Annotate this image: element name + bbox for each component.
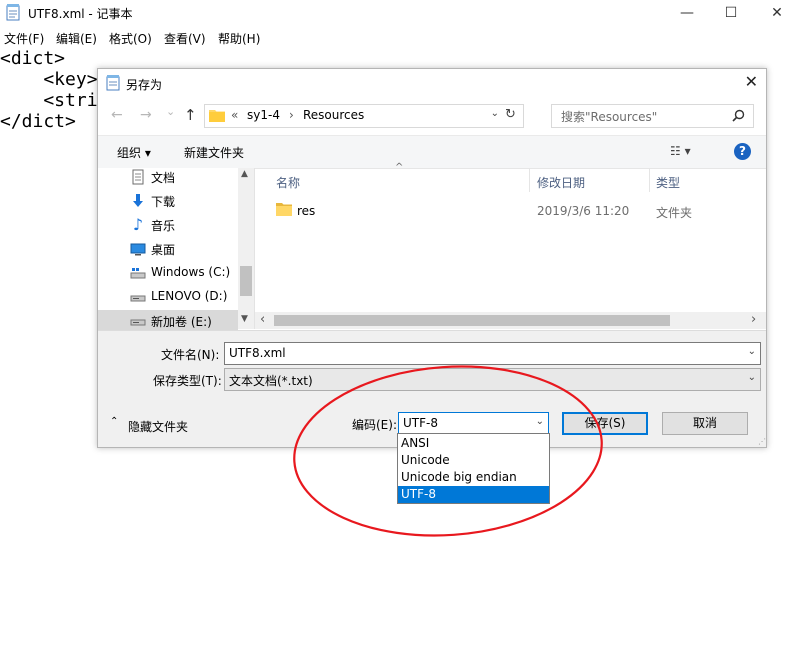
back-button[interactable]: ← [111, 107, 123, 123]
drive-icon [130, 295, 146, 302]
save-button[interactable]: 保存(S) [562, 412, 648, 435]
notepad-icon [6, 4, 20, 21]
save-as-dialog: 另存为 ✕ ← → ⌄ ↑ « sy1-4 › Resources ⌄ ↻ 搜索… [97, 68, 767, 448]
nav-item-drive-e[interactable]: 新加卷 (E:) [98, 310, 238, 332]
filename-value: UTF8.xml [229, 346, 286, 360]
help-button[interactable]: ? [734, 143, 751, 160]
encoding-option-ansi[interactable]: ANSI [398, 435, 549, 452]
encoding-dropdown-list: ANSI Unicode Unicode big endian UTF-8 [397, 433, 550, 504]
scroll-up-icon[interactable]: ▲ [241, 169, 248, 179]
file-name: res [297, 204, 316, 218]
encoding-select[interactable]: UTF-8 ⌄ [398, 412, 549, 435]
chevron-down-icon[interactable]: ⌄ [748, 346, 756, 357]
file-list-horizontal-scrollbar[interactable]: ‹ › [255, 312, 766, 329]
encoding-value: UTF-8 [403, 416, 438, 430]
nav-item-desktop[interactable]: 桌面 [128, 238, 248, 260]
encoding-option-utf-8[interactable]: UTF-8 [398, 486, 549, 503]
nav-vertical-scrollbar[interactable] [238, 168, 254, 329]
encoding-option-unicode-big-endian[interactable]: Unicode big endian [398, 469, 549, 486]
menu-file[interactable]: 文件(F) [4, 30, 44, 47]
filename-input[interactable]: UTF8.xml ⌄ [224, 342, 761, 365]
column-date-modified[interactable]: 修改日期 [537, 174, 585, 191]
menu-help[interactable]: 帮助(H) [218, 30, 260, 47]
hide-folders-button[interactable]: 隐藏文件夹 [128, 418, 188, 435]
desktop-icon [130, 243, 146, 256]
command-toolbar: 组织 ▾ 新建文件夹 ☷ ▾ ? [98, 135, 766, 169]
search-placeholder: 搜索"Resources" [561, 110, 658, 124]
chevron-down-icon[interactable]: ⌄ [748, 372, 756, 383]
notepad-title: UTF8.xml - 记事本 [28, 7, 133, 21]
drive-icon [130, 319, 146, 326]
cancel-button[interactable]: 取消 [662, 412, 748, 435]
nav-item-documents[interactable]: 文档 [128, 166, 248, 188]
maximize-button[interactable]: ☐ [708, 0, 754, 26]
search-box[interactable]: 搜索"Resources" [551, 104, 754, 128]
column-type[interactable]: 类型 [656, 174, 680, 191]
view-options-button[interactable]: ☷ ▾ [670, 144, 691, 158]
minimize-button[interactable]: — [664, 0, 710, 26]
menu-view[interactable]: 查看(V) [164, 30, 206, 47]
file-date: 2019/3/6 11:20 [537, 204, 630, 218]
download-icon [133, 194, 143, 207]
folder-icon [276, 203, 292, 216]
nav-item-music[interactable]: ♪ 音乐 [128, 214, 248, 236]
up-button[interactable]: ↑ [184, 106, 197, 124]
address-segment-resources[interactable]: Resources [303, 108, 364, 122]
nav-item-downloads[interactable]: 下载 [128, 190, 248, 212]
text-line: <key> [0, 69, 98, 90]
notepad-menu-bar: 文件(F) 编辑(E) 格式(O) 查看(V) 帮助(H) [0, 27, 788, 47]
recent-locations-button[interactable]: ⌄ [166, 105, 175, 118]
nav-scroll-thumb[interactable] [240, 266, 252, 296]
text-line: <stri [0, 90, 98, 111]
chevron-down-icon[interactable]: ⌄ [536, 416, 544, 427]
encoding-label: 编码(E): [352, 418, 397, 432]
horizontal-scroll-thumb[interactable] [274, 315, 670, 326]
forward-button[interactable]: → [140, 107, 152, 123]
address-bar[interactable]: « sy1-4 › Resources ⌄ ↻ [204, 104, 524, 128]
address-separator[interactable]: › [289, 108, 294, 122]
folder-icon [209, 110, 225, 122]
dialog-title: 另存为 [126, 78, 163, 92]
chevron-up-icon[interactable]: ⌃ [110, 416, 118, 427]
column-name[interactable]: 名称 [276, 174, 300, 191]
dialog-close-button[interactable]: ✕ [745, 72, 758, 91]
nav-item-drive-c[interactable]: Windows (C:) [128, 262, 248, 284]
drive-icon [130, 268, 146, 279]
search-icon[interactable] [732, 109, 745, 122]
navigation-pane: 文档 下载 ♪ 音乐 桌面 Windows (C:) LENOVO (D:) 新… [98, 166, 255, 332]
document-icon [132, 169, 144, 185]
notepad-icon [106, 75, 120, 91]
music-icon: ♪ [132, 215, 144, 234]
resize-grip-icon[interactable]: ⋰ [758, 437, 766, 446]
text-line: <dict> [0, 48, 66, 69]
notepad-title-bar: UTF8.xml - 记事本 — ☐ ✕ [0, 0, 788, 26]
text-line: </dict> [0, 111, 76, 132]
notepad-text-area[interactable]: <dict> <key> <stri </dict> [0, 48, 98, 132]
organize-button[interactable]: 组织 ▾ [117, 144, 151, 161]
address-overflow[interactable]: « [231, 108, 238, 122]
filetype-label: 保存类型(T): [153, 374, 222, 388]
new-folder-button[interactable]: 新建文件夹 [184, 144, 244, 161]
filetype-value: 文本文档(*.txt) [229, 374, 313, 388]
refresh-icon[interactable]: ↻ [505, 107, 516, 122]
scroll-down-icon[interactable]: ▼ [241, 314, 248, 324]
filename-label: 文件名(N): [161, 348, 220, 362]
scroll-left-icon[interactable]: ‹ [260, 312, 265, 327]
encoding-option-unicode[interactable]: Unicode [398, 452, 549, 469]
filetype-select[interactable]: 文本文档(*.txt) ⌄ [224, 368, 761, 391]
close-button[interactable]: ✕ [754, 0, 788, 26]
menu-format[interactable]: 格式(O) [109, 30, 152, 47]
address-segment-sy1-4[interactable]: sy1-4 [247, 108, 280, 122]
address-dropdown-chevron-icon[interactable]: ⌄ [491, 108, 499, 119]
scroll-right-icon[interactable]: › [751, 312, 756, 327]
dialog-bottom-panel: 文件名(N): UTF8.xml ⌄ 保存类型(T): 文本文档(*.txt) … [98, 330, 766, 447]
nav-item-drive-d[interactable]: LENOVO (D:) [128, 286, 248, 308]
menu-edit[interactable]: 编辑(E) [56, 30, 97, 47]
column-header-row: 名称 修改日期 类型 [255, 168, 766, 194]
file-list: ^ 名称 修改日期 类型 res 2019/3/6 11:20 文件夹 [255, 162, 766, 329]
file-type: 文件夹 [656, 206, 693, 220]
